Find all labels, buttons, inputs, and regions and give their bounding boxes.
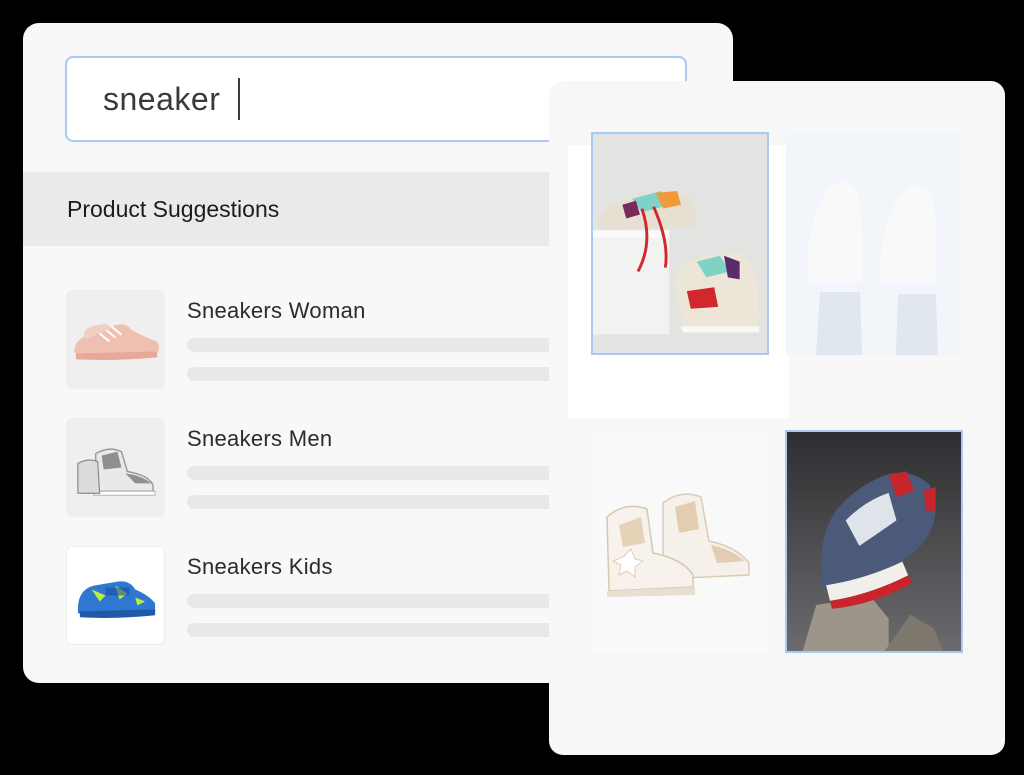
blue-kids-sneaker-thumbnail[interactable]	[66, 546, 165, 645]
skeleton-line	[187, 594, 607, 608]
product-name[interactable]: Sneakers Kids	[187, 554, 333, 580]
grey-sneaker-thumbnail[interactable]	[66, 418, 165, 517]
product-name[interactable]: Sneakers Men	[187, 426, 332, 452]
search-input-value[interactable]: sneaker	[103, 81, 220, 118]
colorful-sneakers-image	[593, 134, 767, 353]
gallery-image-beige-high-top[interactable]	[591, 431, 769, 653]
skeleton-line	[187, 367, 607, 381]
text-caret	[238, 78, 241, 120]
skeleton-line	[187, 495, 607, 509]
product-name[interactable]: Sneakers Woman	[187, 298, 366, 324]
gallery-image-navy-chunky-sneaker[interactable]	[785, 430, 963, 653]
gallery-image-colorful-sneakers[interactable]	[591, 132, 769, 355]
blue-kids-sneaker-icon	[77, 581, 156, 618]
grey-high-top-sneaker-icon	[77, 448, 156, 496]
gallery-image-white-sneakers-legs[interactable]	[786, 132, 962, 355]
white-sneakers-legs-image	[786, 132, 962, 355]
skeleton-line	[187, 466, 607, 480]
pink-sneaker-thumbnail[interactable]	[66, 290, 165, 389]
skeleton-line	[187, 623, 607, 637]
suggestions-title: Product Suggestions	[67, 195, 280, 222]
pink-sneaker-icon	[73, 323, 160, 360]
image-grid-panel	[549, 81, 1005, 755]
navy-chunky-sneaker-image	[787, 432, 961, 651]
skeleton-line	[187, 338, 607, 352]
beige-high-top-image	[591, 431, 769, 653]
